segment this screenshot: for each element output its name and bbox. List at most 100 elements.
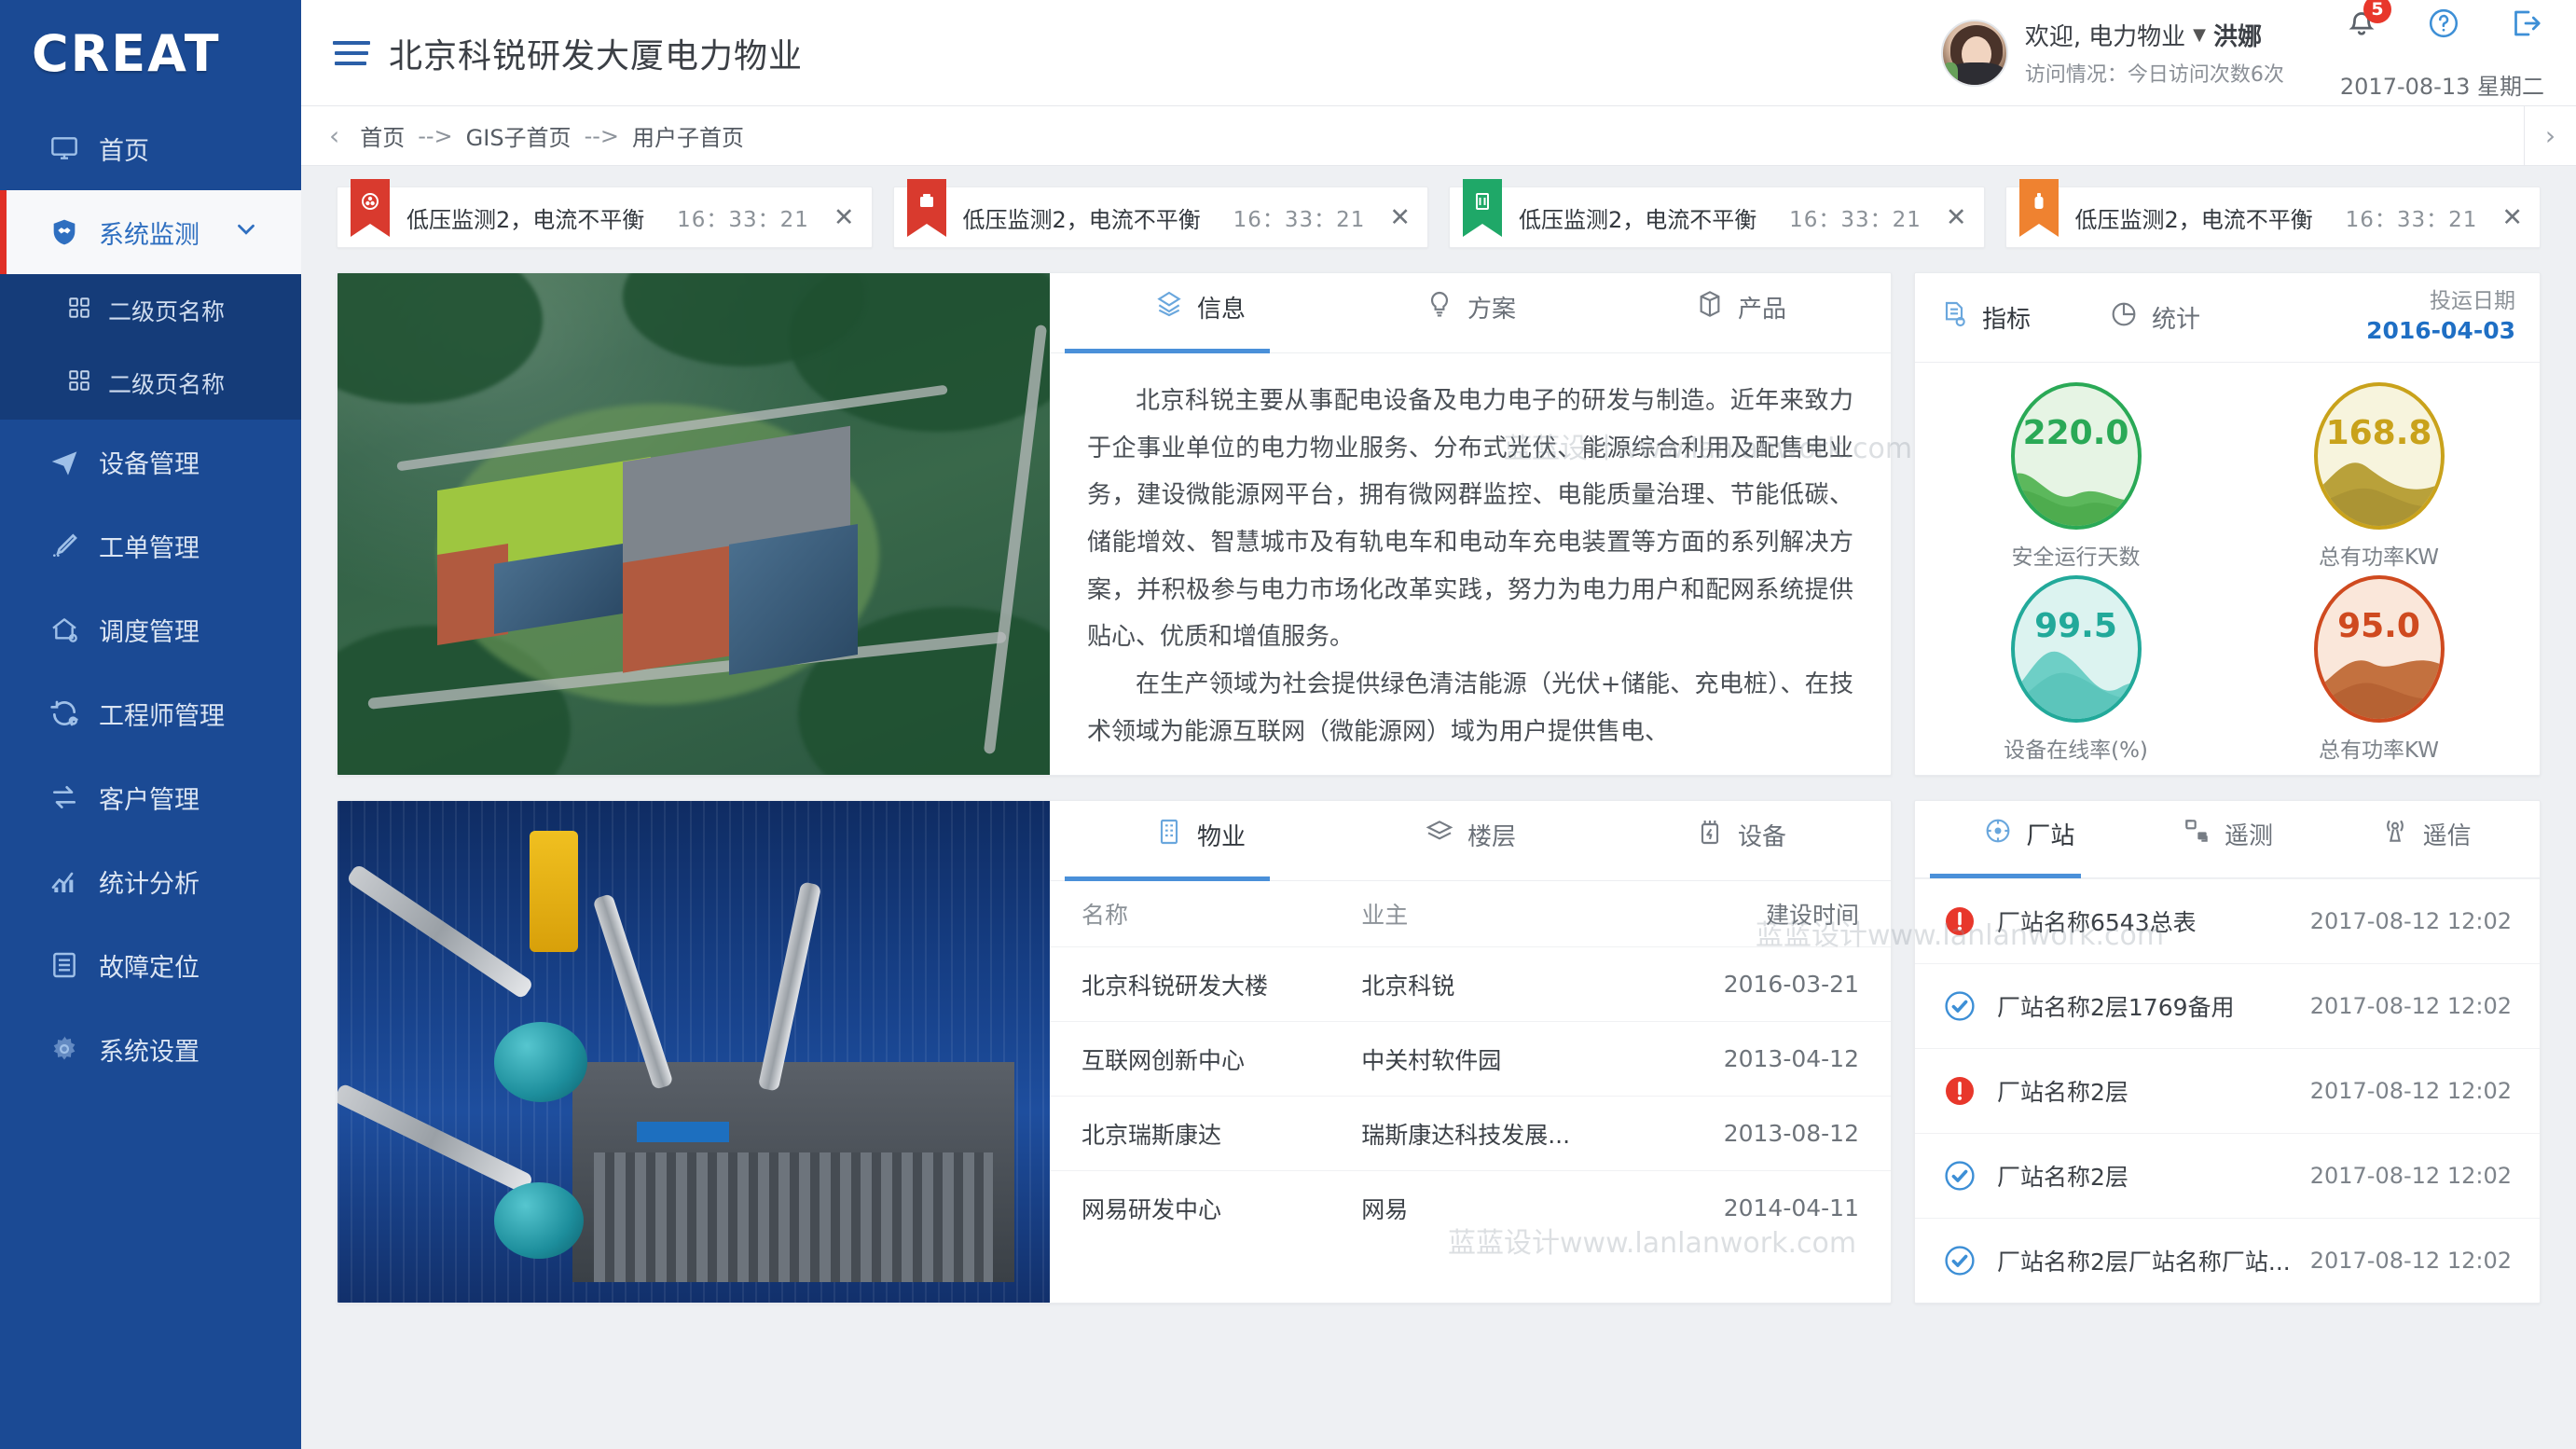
sidebar-item-workorder-mgmt[interactable]: 工单管理 (0, 504, 301, 587)
gauge-circle: 99.5 (2010, 574, 2142, 723)
close-icon[interactable]: ✕ (1946, 205, 1967, 230)
alert-time: 16：33：21 (1789, 208, 1922, 232)
table-row[interactable]: 互联网创新中心 中关村软件园 2013-04-12 (1050, 1021, 1891, 1096)
station-time: 2017-08-12 12:02 (2309, 1078, 2512, 1105)
building-icon (1154, 817, 1184, 853)
station-name: 厂站名称2层厂站名称厂站... (1997, 1249, 2291, 1276)
table-row[interactable]: 北京瑞斯康达 瑞斯康达科技发展... 2013-08-12 (1050, 1096, 1891, 1170)
alert-time: 16：33：21 (1233, 208, 1366, 232)
transformer-fins (594, 1152, 993, 1283)
alert-circle-icon (1943, 1074, 1977, 1108)
tab-station[interactable]: 厂站 (1930, 801, 2128, 879)
breadcrumb-item-2[interactable]: 用户子首页 (632, 119, 744, 152)
header-date: 2017-08-13 星期二 (2339, 74, 2544, 100)
valve-icon (351, 179, 390, 237)
breadcrumb-back-icon[interactable]: ‹ (329, 120, 339, 151)
gauge-value: 99.5 (2034, 606, 2117, 645)
cell-owner: 北京科锐 (1361, 972, 1455, 1000)
commission-date-label: 投运日期 (2430, 289, 2515, 314)
cell-owner: 网易 (1361, 1195, 1409, 1223)
chevron-down-icon[interactable] (232, 215, 260, 250)
tab-statistics[interactable]: 统计 (2109, 299, 2200, 336)
sidebar-subitem-0[interactable]: 二级页名称 (0, 274, 301, 347)
sidebar-item-label: 统计分析 (99, 869, 200, 899)
tab-property[interactable]: 物业 (1065, 801, 1335, 881)
notification-bell-icon[interactable]: 5 (2343, 0, 2391, 42)
alert-item[interactable]: 低压监测2，电流不平衡 16：33：21 ✕ (337, 179, 873, 248)
sidebar-item-fault-location[interactable]: 故障定位 (0, 923, 301, 1007)
sidebar-item-label: 系统设置 (99, 1037, 200, 1067)
tab-product[interactable]: 产品 (1605, 273, 1876, 352)
sidebar-item-customer-mgmt[interactable]: 客户管理 (0, 755, 301, 839)
close-icon[interactable]: ✕ (833, 205, 855, 230)
sidebar-item-engineer-mgmt[interactable]: 工程师管理 (0, 671, 301, 755)
cell-build-time: 2014-04-11 (1723, 1194, 1859, 1221)
sidebar-item-system-monitor[interactable]: 系统监测 (0, 190, 301, 274)
tab-telemetry[interactable]: 遥测 (2128, 801, 2327, 877)
info-card-tabs: 信息 方案 产品 (1050, 273, 1891, 353)
tab-device[interactable]: 设备 (1605, 801, 1876, 880)
tab-signal[interactable]: 遥信 (2326, 801, 2525, 877)
list-item[interactable]: 厂站名称6543总表 2017-08-12 12:02 (1915, 878, 2540, 963)
org-name: 电力物业 (2088, 23, 2186, 51)
tab-indicator[interactable]: 指标 (1939, 299, 2031, 336)
tab-floor[interactable]: 楼层 (1335, 801, 1605, 880)
pie-chart-icon (2109, 299, 2139, 336)
alert-bar: 低压监测2，电流不平衡 16：33：21 ✕ 低压监测2，电流不平衡 16：33… (337, 179, 2541, 248)
gauge-label: 总有功率KW (2318, 738, 2439, 763)
sidebar-subitem-1[interactable]: 二级页名称 (0, 347, 301, 420)
sidebar-item-device-mgmt[interactable]: 设备管理 (0, 420, 301, 504)
box-icon (1695, 289, 1725, 325)
property-card-body: 物业 楼层 设备 名称 业主 建设时间 北京科锐研发大楼 北京科锐 2016-0… (1050, 801, 1891, 1303)
user-greeting-row: 欢迎, 电力物业 ▼ 洪娜 (2025, 18, 2284, 52)
table-row[interactable]: 网易研发中心 网易 2014-04-11 (1050, 1170, 1891, 1245)
sidebar-item-dispatch-mgmt[interactable]: 调度管理 (0, 587, 301, 671)
sidebar: CREAT 首页 系统监测 二级页名称 二级页名称 设备管理 工单管理 调度管理… (0, 0, 301, 1449)
tab-solution[interactable]: 方案 (1335, 273, 1605, 352)
alert-ribbon (2018, 179, 2059, 237)
alert-item[interactable]: 低压监测2，电流不平衡 16：33：21 ✕ (892, 179, 1428, 248)
tab-info[interactable]: 信息 (1065, 273, 1335, 353)
list-item[interactable]: 厂站名称2层 2017-08-12 12:02 (1915, 1048, 2540, 1133)
hamburger-line (335, 61, 366, 65)
gauge-circle: 95.0 (2313, 574, 2445, 723)
station-icon (1983, 816, 2013, 852)
alert-time: 16：33：21 (677, 208, 809, 232)
gear-icon (48, 1033, 80, 1065)
sidebar-item-system-settings[interactable]: 系统设置 (0, 1007, 301, 1091)
alert-item[interactable]: 低压监测2，电流不平衡 16：33：21 ✕ (2004, 179, 2541, 248)
logout-icon[interactable] (2507, 5, 2544, 42)
pencil-icon (48, 530, 80, 561)
hamburger-icon[interactable] (327, 33, 370, 74)
breadcrumb-item-1[interactable]: GIS子首页 (466, 119, 572, 152)
info-article: 北京科锐主要从事配电设备及电力电子的研发与制造。近年来致力于企事业单位的电力物业… (1050, 353, 1891, 756)
indicator-card-header: 指标 统计 投运日期 2016-04-03 (1915, 273, 2540, 363)
tab-label: 统计 (2152, 306, 2201, 334)
sidebar-item-home[interactable]: 首页 (0, 106, 301, 190)
station-card-tabs: 厂站 遥测 遥信 (1915, 801, 2540, 879)
alert-item[interactable]: 低压监测2，电流不平衡 16：33：21 ✕ (1449, 179, 1985, 248)
list-item[interactable]: 厂站名称2层 2017-08-12 12:02 (1915, 1133, 2540, 1218)
close-icon[interactable]: ✕ (2501, 205, 2523, 230)
table-row[interactable]: 北京科锐研发大楼 北京科锐 2016-03-21 (1050, 946, 1891, 1021)
cell-name: 互联网创新中心 (1081, 1046, 1246, 1074)
list-item[interactable]: 厂站名称2层1769备用 2017-08-12 12:02 (1915, 963, 2540, 1048)
check-circle-icon (1943, 1159, 1977, 1193)
close-icon[interactable]: ✕ (1389, 205, 1411, 230)
cell-build-time: 2013-04-12 (1723, 1045, 1859, 1072)
check-circle-icon (1943, 989, 1977, 1023)
building-photo (337, 273, 1050, 775)
avatar[interactable] (1940, 19, 2008, 87)
breadcrumb-forward-icon[interactable]: › (2524, 106, 2576, 165)
check-circle-icon (1943, 1244, 1977, 1277)
sidebar-item-statistics[interactable]: 统计分析 (0, 839, 301, 923)
gauge-value: 220.0 (2022, 413, 2129, 452)
alert-text: 低压监测2，电流不平衡 (962, 206, 1201, 233)
breadcrumb-item-0[interactable]: 首页 (360, 119, 405, 152)
document-gear-icon (1939, 299, 1969, 336)
help-icon[interactable] (2425, 5, 2462, 42)
list-item[interactable]: 厂站名称2层厂站名称厂站... 2017-08-12 12:02 (1915, 1218, 2540, 1303)
chevron-down-icon[interactable]: ▼ (2193, 25, 2206, 45)
gauge-circle: 168.8 (2313, 381, 2445, 530)
welcome-prefix: 欢迎, (2024, 23, 2082, 51)
